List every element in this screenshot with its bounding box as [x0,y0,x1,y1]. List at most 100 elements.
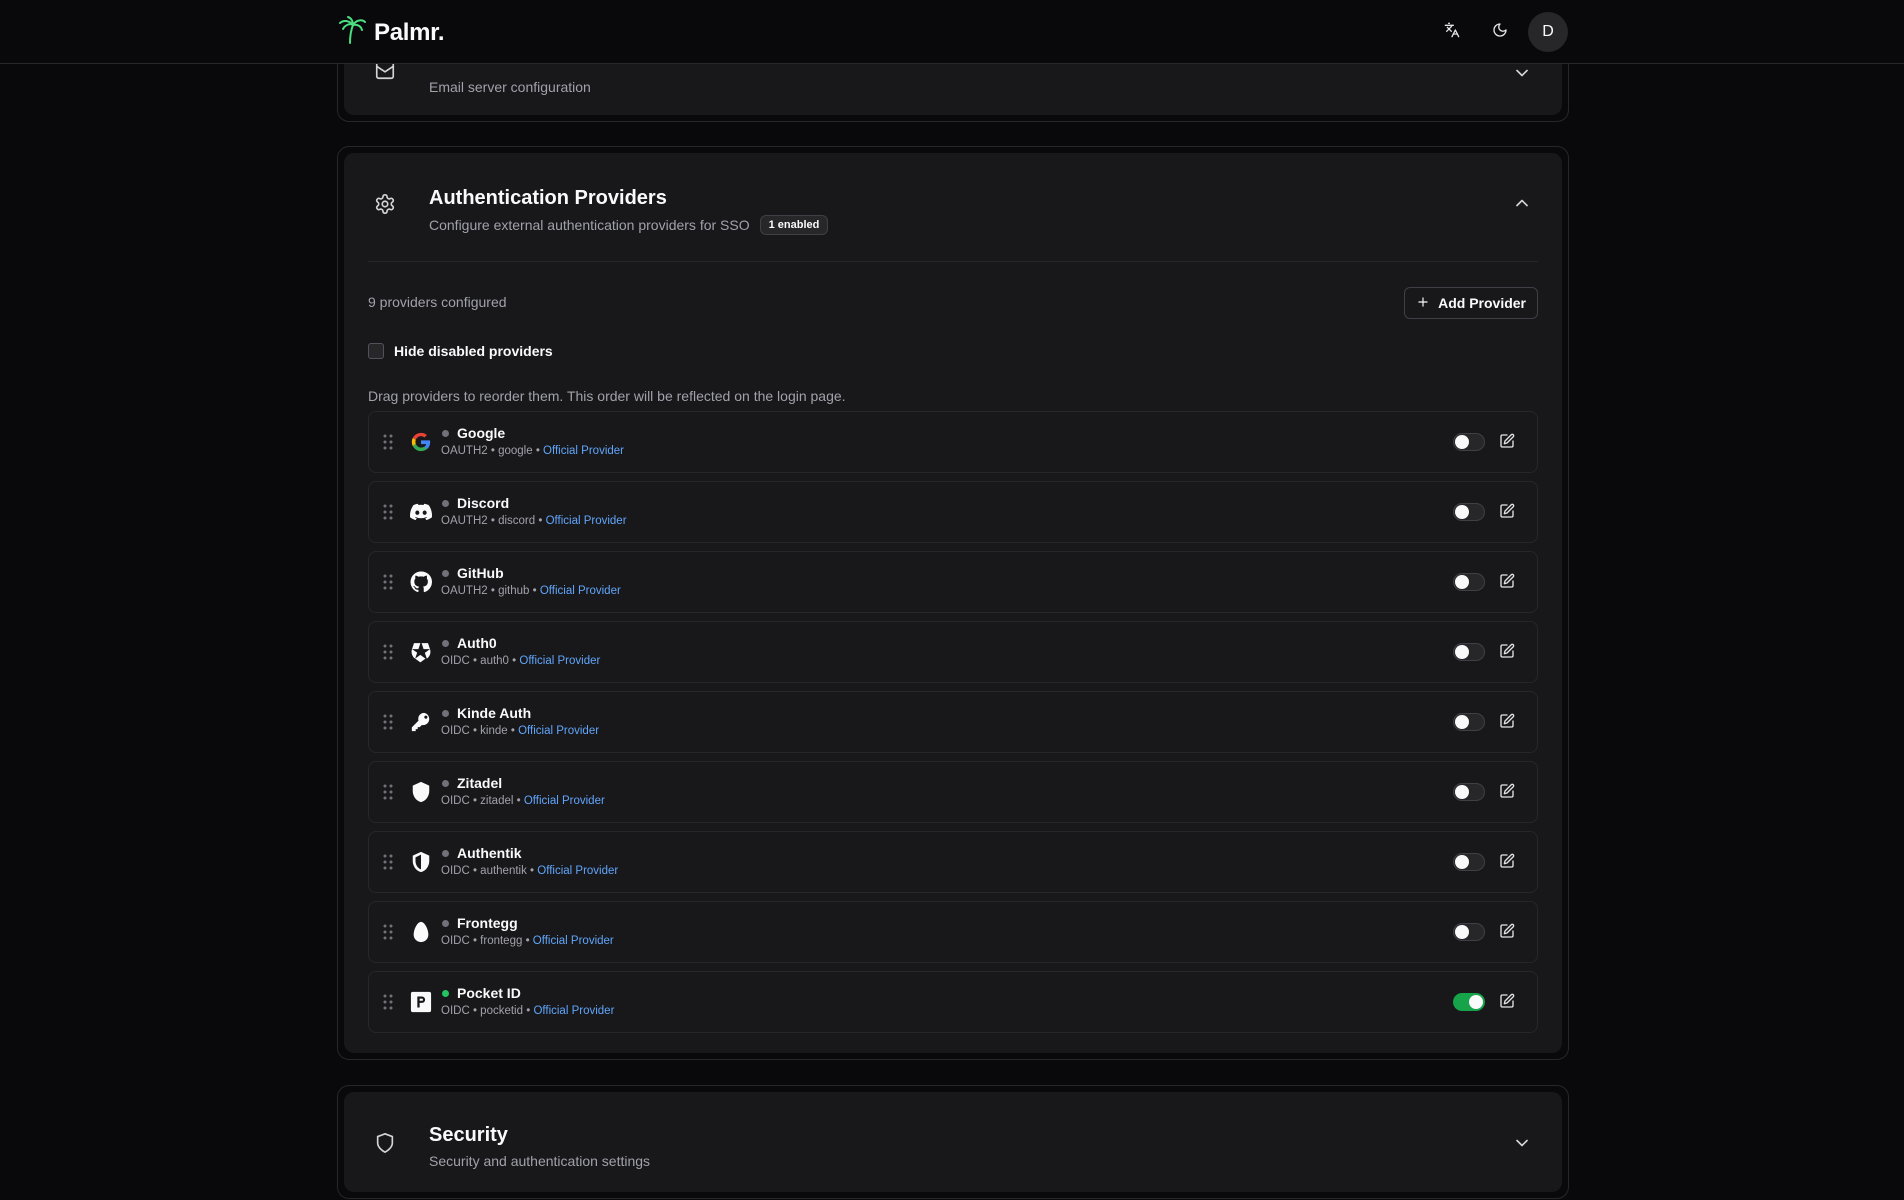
drag-handle-icon[interactable] [383,854,393,875]
enable-toggle[interactable] [1453,573,1485,591]
provider-meta: OAUTH2 • discord • Official Provider [441,515,627,527]
auth-providers-card: Authentication Providers Configure exter… [337,146,1569,1060]
status-dot [442,500,449,507]
provider-row-authentik[interactable]: Authentik OIDC • authentik • Official Pr… [368,831,1538,893]
official-provider-tag: Official Provider [532,935,614,947]
enable-toggle[interactable] [1453,433,1485,451]
status-dot [442,990,449,997]
official-provider-tag: Official Provider [545,515,627,527]
provider-name: Authentik [457,845,522,861]
provider-row-auth0[interactable]: Auth0 OIDC • auth0 • Official Provider [368,621,1538,683]
email-section-description: Email server configuration [429,79,591,95]
enable-toggle[interactable] [1453,783,1485,801]
provider-meta: OIDC • auth0 • Official Provider [441,655,601,667]
hide-disabled-label[interactable]: Hide disabled providers [394,343,553,359]
edit-icon[interactable] [1499,923,1515,944]
enable-toggle[interactable] [1453,993,1485,1011]
top-header: Palmr. D [0,0,1904,64]
providers-list: Google OAUTH2 • google • Official Provid… [368,411,1538,1041]
provider-name: Kinde Auth [457,705,532,721]
status-dot [442,570,449,577]
edit-icon[interactable] [1499,853,1515,874]
user-avatar[interactable]: D [1528,12,1568,52]
theme-toggle-button[interactable] [1480,12,1520,52]
divider [368,261,1538,262]
provider-row-kinde[interactable]: Kinde Auth OIDC • kinde • Official Provi… [368,691,1538,753]
edit-icon[interactable] [1499,993,1515,1014]
enabled-count-badge: 1 enabled [759,215,829,235]
shield-outline-icon [374,1132,396,1159]
provider-name: Pocket ID [457,985,521,1001]
drag-handle-icon[interactable] [383,784,393,805]
status-dot [442,780,449,787]
provider-name: GitHub [457,565,504,581]
provider-row-github[interactable]: GitHub OAUTH2 • github • Official Provid… [368,551,1538,613]
drag-handle-icon[interactable] [383,504,393,525]
drag-handle-icon[interactable] [383,574,393,595]
drag-handle-icon[interactable] [383,644,393,665]
drag-handle-icon[interactable] [383,994,393,1015]
provider-name: Frontegg [457,915,518,931]
drag-handle-icon[interactable] [383,434,393,455]
edit-icon[interactable] [1499,783,1515,804]
security-description: Security and authentication settings [429,1153,651,1169]
drag-hint: Drag providers to reorder them. This ord… [368,388,846,404]
app-name: Palmr. [374,18,445,46]
enable-toggle[interactable] [1453,503,1485,521]
enable-toggle[interactable] [1453,643,1485,661]
provider-row-google[interactable]: Google OAUTH2 • google • Official Provid… [368,411,1538,473]
provider-meta: OIDC • frontegg • Official Provider [441,935,614,947]
chevron-down-icon[interactable] [1512,63,1532,88]
egg-icon [409,920,433,944]
enable-toggle[interactable] [1453,713,1485,731]
authentik-shield-icon [409,850,433,874]
official-provider-tag: Official Provider [543,445,625,457]
official-provider-tag: Official Provider [533,1005,615,1017]
language-button[interactable] [1432,12,1472,52]
provider-row-pocketid[interactable]: Pocket ID OIDC • pocketid • Official Pro… [368,971,1538,1033]
edit-icon[interactable] [1499,643,1515,664]
palm-logo-icon [336,14,368,51]
provider-meta: OIDC • kinde • Official Provider [441,725,600,737]
add-provider-button[interactable]: Add Provider [1404,287,1538,319]
provider-meta: OIDC • pocketid • Official Provider [441,1005,615,1017]
status-dot [442,850,449,857]
official-provider-tag: Official Provider [539,585,621,597]
logo[interactable]: Palmr. [336,14,445,51]
edit-icon[interactable] [1499,503,1515,524]
google-icon [409,430,433,454]
auth0-icon [409,640,433,664]
provider-meta: OIDC • zitadel • Official Provider [441,795,605,807]
provider-row-frontegg[interactable]: Frontegg OIDC • frontegg • Official Prov… [368,901,1538,963]
provider-name: Discord [457,495,510,511]
status-dot [442,640,449,647]
official-provider-tag: Official Provider [518,725,600,737]
provider-name: Auth0 [457,635,497,651]
security-section-card[interactable]: Security Security and authentication set… [337,1085,1569,1199]
edit-icon[interactable] [1499,433,1515,454]
chevron-up-icon[interactable] [1512,193,1532,218]
provider-name: Zitadel [457,775,503,791]
official-provider-tag: Official Provider [523,795,605,807]
hide-disabled-checkbox[interactable] [368,343,384,359]
discord-icon [409,500,433,524]
drag-handle-icon[interactable] [383,714,393,735]
enable-toggle[interactable] [1453,923,1485,941]
provider-name: Google [457,425,506,441]
shield-icon [409,780,433,804]
section-title: Authentication Providers [429,187,667,209]
enable-toggle[interactable] [1453,853,1485,871]
provider-row-discord[interactable]: Discord OAUTH2 • discord • Official Prov… [368,481,1538,543]
github-icon [409,570,433,594]
chevron-down-icon[interactable] [1512,1133,1532,1158]
pocketid-icon [409,990,433,1014]
official-provider-tag: Official Provider [519,655,601,667]
provider-row-zitadel[interactable]: Zitadel OIDC • zitadel • Official Provid… [368,761,1538,823]
drag-handle-icon[interactable] [383,924,393,945]
security-title: Security [429,1124,508,1146]
edit-icon[interactable] [1499,713,1515,734]
status-dot [442,920,449,927]
key-icon [409,710,433,734]
translate-icon [1444,22,1460,43]
edit-icon[interactable] [1499,573,1515,594]
